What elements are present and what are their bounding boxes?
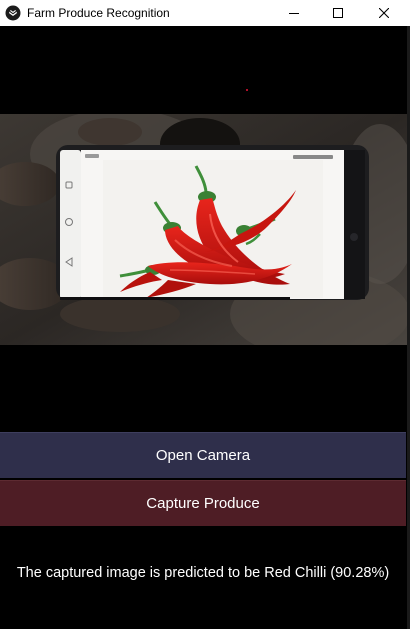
minimize-button[interactable]: [271, 0, 317, 26]
title-bar[interactable]: Farm Produce Recognition: [0, 0, 410, 26]
camera-preview: [0, 114, 407, 345]
camera-frame-image: [0, 114, 407, 345]
app-icon: [5, 5, 21, 21]
open-camera-button[interactable]: Open Camera: [0, 432, 406, 478]
minimize-icon: [289, 13, 299, 14]
capture-produce-label: Capture Produce: [146, 495, 260, 512]
close-icon: [379, 8, 389, 18]
maximize-button[interactable]: [315, 0, 361, 26]
capture-produce-button[interactable]: Capture Produce: [0, 480, 406, 526]
window-title: Farm Produce Recognition: [27, 6, 170, 20]
close-button[interactable]: [361, 0, 407, 26]
app-window: Farm Produce Recognition Open Camera Cap…: [0, 0, 410, 629]
open-camera-label: Open Camera: [155, 447, 251, 464]
prediction-result-text: The captured image is predicted to be Re…: [16, 565, 390, 581]
maximize-icon: [333, 8, 343, 18]
indicator-dot: [246, 89, 248, 91]
